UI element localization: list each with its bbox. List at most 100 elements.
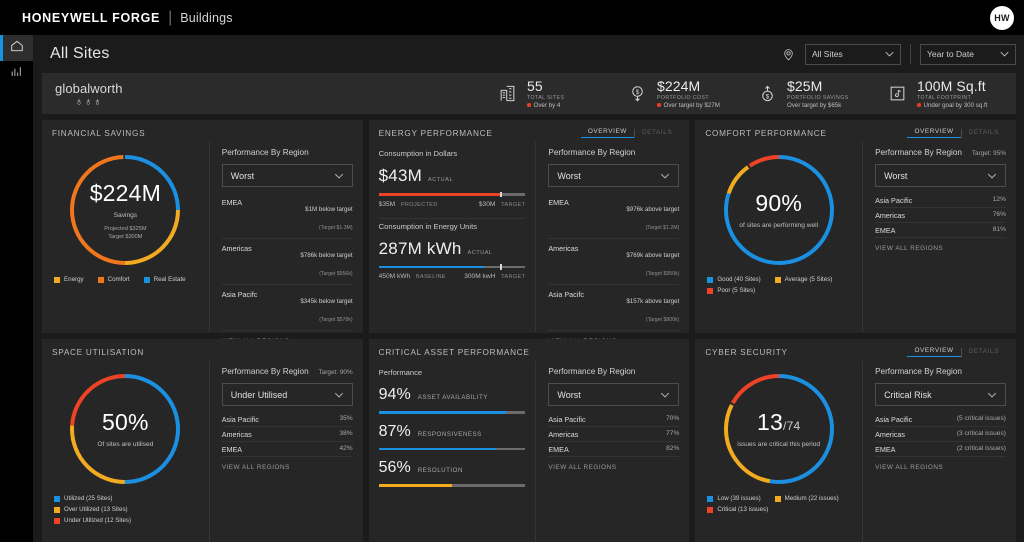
card-comfort-performance: COMFORT PERFORMANCE OVERVIEW DETAILS: [695, 120, 1016, 333]
region-filter-value: Worst: [557, 390, 580, 400]
donut-value: 50%: [102, 409, 149, 436]
bar-caption-left: 450M kWh BASELINE: [379, 273, 446, 280]
region-list: Asia Pacific 35% Americas 38% EMEA 42%: [222, 412, 353, 457]
card-title: ENERGY PERFORMANCE: [379, 129, 493, 138]
card-header: CRITICAL ASSET PERFORMANCE: [369, 339, 690, 361]
cyber-donut-chart: 13/74 issues are critical this period: [719, 369, 839, 489]
bar-caption-right: 300M kwH TARGET: [464, 273, 525, 280]
region-filter-select[interactable]: Worst: [548, 164, 679, 187]
perf-progress-bar: [379, 448, 526, 451]
region-row[interactable]: Asia Pacifc $157k above target (Target $…: [548, 285, 679, 331]
view-all-regions-link[interactable]: VIEW ALL REGIONS: [222, 464, 353, 471]
dollar-up-icon: $: [756, 84, 778, 103]
legend-item: Good (40 Sites): [707, 276, 760, 283]
perf-metric-asset-availability: 94% ASSET AVAILABILITY: [379, 386, 526, 414]
kpi-sub-text: Over by 4: [534, 102, 561, 109]
legend-item: Low (39 issues): [707, 495, 760, 502]
section-divider: [379, 218, 526, 219]
legend-swatch-icon: [54, 496, 60, 502]
view-all-regions-link[interactable]: VIEW ALL REGIONS: [875, 245, 1006, 252]
performance-by-region-header: Performance By Region: [875, 367, 1006, 376]
portfolio-banner: globalworth ♁♁♁ 55 TOTAL SITES: [42, 73, 1016, 114]
region-row[interactable]: EMEA 42%: [222, 442, 353, 457]
region-filter-select[interactable]: Worst: [875, 164, 1006, 187]
date-range-select[interactable]: Year to Date: [920, 44, 1016, 65]
sidebar-item-analytics[interactable]: [0, 61, 33, 87]
legend-label: Over Utilized (13 Sites): [64, 506, 128, 513]
location-pin-icon[interactable]: [782, 48, 795, 61]
region-row[interactable]: EMEA $976k above target (Target $1.2M): [548, 193, 679, 239]
region-row[interactable]: Asia Pacific 12%: [875, 193, 1006, 208]
region-row[interactable]: Asia Pacifc $345k below target (Target $…: [222, 285, 353, 331]
section-title: Performance By Region: [548, 148, 635, 157]
region-name: Asia Pacific: [875, 415, 912, 424]
region-row[interactable]: Americas 77%: [548, 427, 679, 442]
tab-overview[interactable]: OVERVIEW: [581, 128, 634, 138]
tab-overview[interactable]: OVERVIEW: [907, 347, 960, 357]
card-body: Performance 94% ASSET AVAILABILITY: [369, 361, 690, 542]
region-row[interactable]: Asia Pacific 35%: [222, 412, 353, 427]
tab-details[interactable]: DETAILS: [635, 129, 679, 138]
brand-title: HONEYWELL FORGE: [22, 11, 160, 25]
perf-value: 94%: [379, 386, 411, 404]
site-filter-select[interactable]: All Sites: [805, 44, 901, 65]
legend-label: Utilized (25 Sites): [64, 495, 113, 502]
region-row[interactable]: EMEA $1M below target (Target $1.3M): [222, 193, 353, 239]
tab-details[interactable]: DETAILS: [962, 348, 1006, 357]
legend-label: Under Utilized (12 Sites): [64, 517, 131, 524]
dashboard-root: HONEYWELL FORGE | Buildings HW All Sites: [0, 0, 1024, 542]
kpi-value: $25M: [787, 79, 849, 94]
legend-label: Good (40 Sites): [717, 276, 760, 283]
chevron-down-icon: [1000, 49, 1009, 59]
filter-divider: [910, 44, 911, 64]
section-title-performance: Performance: [379, 368, 526, 377]
region-row[interactable]: Americas 76%: [875, 208, 1006, 223]
region-filter-select[interactable]: Under Utilised: [222, 383, 353, 406]
region-row[interactable]: EMEA 81%: [875, 223, 1006, 238]
units-progress-bar: [379, 266, 526, 269]
perf-label: RESOLUTION: [418, 467, 463, 474]
tab-overview[interactable]: OVERVIEW: [907, 128, 960, 138]
card-grid: FINANCIAL SAVINGS: [42, 120, 1016, 542]
region-row[interactable]: Americas $769k above target (Target $950…: [548, 239, 679, 285]
card-tabs: OVERVIEW DETAILS: [581, 128, 680, 138]
region-row[interactable]: Americas (3 critical issues): [875, 427, 1006, 442]
region-filter-select[interactable]: Worst: [548, 383, 679, 406]
view-all-regions-link[interactable]: VIEW ALL REGIONS: [548, 464, 679, 471]
region-filter-select[interactable]: Critical Risk: [875, 383, 1006, 406]
card-title: FINANCIAL SAVINGS: [52, 129, 145, 138]
region-percent: 70%: [666, 415, 679, 422]
region-row[interactable]: Asia Pacific (5 critical issues): [875, 412, 1006, 427]
region-name: Asia Pacific: [875, 196, 912, 205]
region-row[interactable]: EMEA (2 critical issues): [875, 442, 1006, 457]
donut-subtitle: Of sites are utilised: [97, 440, 153, 449]
card-cyber-security: CYBER SECURITY OVERVIEW DETAILS: [695, 339, 1016, 542]
legend-swatch-icon: [775, 277, 781, 283]
card-body: $224M Savings Projected $325M Target $30…: [42, 142, 363, 332]
view-all-regions-link[interactable]: VIEW ALL REGIONS: [875, 464, 1006, 471]
donut-column: $224M Savings Projected $325M Target $30…: [42, 142, 209, 332]
region-filter-select[interactable]: Worst: [222, 164, 353, 187]
tab-details[interactable]: DETAILS: [962, 129, 1006, 138]
card-header: COMFORT PERFORMANCE OVERVIEW DETAILS: [695, 120, 1016, 142]
sidebar-item-home[interactable]: [0, 35, 33, 61]
caption-value: 450M kWh: [379, 273, 411, 280]
legend-label: Energy: [64, 276, 84, 283]
legend-swatch-icon: [98, 277, 104, 283]
region-filter-value: Worst: [884, 171, 907, 181]
region-percent: 42%: [339, 445, 352, 452]
region-name: EMEA: [548, 198, 568, 207]
card-financial-savings: FINANCIAL SAVINGS: [42, 120, 363, 333]
bar-chart-icon: [10, 65, 23, 83]
kpi-total-footprint: 100M Sq.ft TOTAL FOOTPRINT Under goal by…: [886, 79, 1016, 109]
kpi-portfolio-savings: $ $25M PORTFOLIO SAVINGS Over target by …: [756, 79, 886, 109]
region-row[interactable]: EMEA 82%: [548, 442, 679, 457]
region-secondary-value: (Target $956k): [319, 271, 352, 277]
region-row[interactable]: Americas 38%: [222, 427, 353, 442]
region-row[interactable]: Americas $786k below target (Target $956…: [222, 239, 353, 285]
avatar[interactable]: HW: [990, 6, 1014, 30]
region-row[interactable]: Asia Pacific 70%: [548, 412, 679, 427]
kpi-label: TOTAL FOOTPRINT: [917, 95, 987, 101]
card-energy-performance: ENERGY PERFORMANCE OVERVIEW DETAILS Cons…: [369, 120, 690, 333]
kpi-portfolio-cost: $ $224M PORTFOLIO COST Over target by $2…: [626, 79, 756, 109]
